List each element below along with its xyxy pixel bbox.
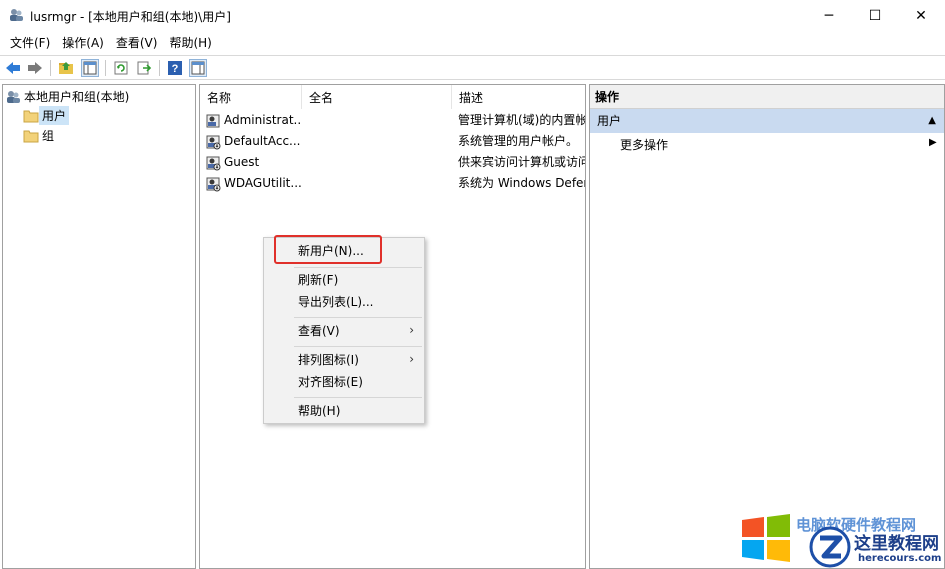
menu-action[interactable]: 操作(A) — [56, 33, 110, 53]
user-description: 系统为 Windows Defer — [458, 176, 586, 190]
windows-logo-icon — [740, 514, 792, 562]
column-header-description[interactable]: 描述 — [452, 85, 585, 109]
up-folder-icon[interactable] — [57, 59, 75, 77]
ctx-export-list[interactable]: 导出列表(L)... — [298, 292, 374, 312]
tree-root[interactable]: 本地用户和组(本地) — [5, 87, 132, 106]
tree-item-users[interactable]: 用户 — [23, 106, 70, 125]
more-actions-item[interactable]: 更多操作 — [620, 134, 668, 156]
menu-separator — [294, 397, 422, 398]
forward-arrow-icon[interactable] — [26, 59, 44, 77]
users-app-icon — [8, 7, 24, 23]
action-section-users[interactable]: 用户 ▲ — [590, 109, 944, 133]
user-name: DefaultAcc... — [224, 134, 301, 148]
user-description: 供来宾访问计算机或访问 — [458, 155, 586, 169]
user-icon — [205, 134, 221, 150]
column-header-name[interactable]: 名称 — [200, 85, 302, 109]
minimize-button[interactable]: ─ — [806, 0, 852, 32]
menu-bar: 文件(F) 操作(A) 查看(V) 帮助(H) — [0, 32, 945, 54]
watermark-url: herecours.com — [858, 553, 942, 564]
tree-item-groups[interactable]: 组 — [23, 126, 57, 145]
more-actions-label: 更多操作 — [620, 138, 669, 152]
window-title: lusrmgr - [本地用户和组(本地)\用户] — [30, 10, 231, 24]
watermark: 电脑软硬件教程网 这里教程网 herecours.com — [740, 512, 945, 569]
submenu-arrow-icon[interactable]: ▶ — [929, 137, 937, 148]
tree-item-groups-label: 组 — [42, 129, 55, 143]
menu-separator — [294, 317, 422, 318]
user-fullname — [307, 110, 452, 131]
user-fullname — [307, 131, 452, 152]
action-pane-header: 操作 — [590, 85, 944, 109]
table-row[interactable]: WDAGUtilit... 系统为 Windows Defer — [200, 173, 586, 194]
table-row[interactable]: Administrat... 管理计算机(域)的内置帐 — [200, 110, 586, 131]
user-icon — [205, 113, 221, 129]
user-description: 管理计算机(域)的内置帐 — [458, 113, 586, 127]
ctx-refresh[interactable]: 刷新(F) — [298, 270, 338, 290]
toolbar: ? — [0, 55, 945, 80]
users-group-icon — [5, 89, 21, 105]
menu-file[interactable]: 文件(F) — [4, 33, 56, 53]
folder-icon — [23, 128, 39, 144]
action-pane: 操作 用户 ▲ 更多操作 ▶ — [589, 84, 945, 569]
export-list-icon[interactable] — [135, 59, 153, 77]
table-row[interactable]: Guest 供来宾访问计算机或访问 — [200, 152, 586, 173]
ctx-arrange-icons[interactable]: 排列图标(I) — [298, 350, 359, 370]
user-name: Guest — [224, 155, 260, 169]
context-menu: 新用户(N)... 刷新(F) 导出列表(L)... 查看(V) › 排列图标(… — [263, 237, 425, 424]
console-tree: 本地用户和组(本地) 用户 组 — [2, 84, 196, 569]
column-header-fullname[interactable]: 全名 — [302, 85, 452, 109]
folder-icon — [23, 108, 39, 124]
z-logo-icon — [808, 526, 852, 568]
toolbar-separator — [50, 60, 51, 76]
tree-root-label: 本地用户和组(本地) — [24, 90, 130, 104]
menu-help[interactable]: 帮助(H) — [163, 33, 217, 53]
user-name: WDAGUtilit... — [224, 176, 302, 190]
ctx-line-up-icons[interactable]: 对齐图标(E) — [298, 372, 363, 392]
user-icon — [205, 155, 221, 171]
tree-item-users-label: 用户 — [39, 106, 70, 125]
menu-view[interactable]: 查看(V) — [110, 33, 164, 53]
action-section-label: 用户 — [597, 114, 622, 128]
show-tree-icon[interactable] — [81, 59, 99, 77]
table-row[interactable]: DefaultAcc... 系统管理的用户帐户。 — [200, 131, 585, 152]
collapse-triangle-icon[interactable]: ▲ — [928, 109, 936, 133]
show-action-pane-icon[interactable] — [189, 59, 207, 77]
svg-text:?: ? — [172, 63, 179, 75]
back-arrow-icon[interactable] — [4, 59, 22, 77]
toolbar-separator — [159, 60, 160, 76]
refresh-icon[interactable] — [112, 59, 130, 77]
watermark-brand: 这里教程网 — [854, 534, 939, 554]
toolbar-separator — [105, 60, 106, 76]
user-fullname — [307, 152, 452, 173]
user-icon — [205, 176, 221, 192]
user-description: 系统管理的用户帐户。 — [458, 134, 579, 148]
help-icon[interactable]: ? — [166, 59, 184, 77]
user-fullname — [307, 173, 452, 194]
ctx-help[interactable]: 帮助(H) — [298, 401, 340, 421]
maximize-button[interactable]: ☐ — [852, 0, 898, 32]
title-bar: lusrmgr - [本地用户和组(本地)\用户] ─ ☐ ✕ — [0, 0, 945, 32]
menu-separator — [294, 267, 422, 268]
menu-separator — [294, 346, 422, 347]
submenu-chevron-icon: › — [409, 323, 414, 337]
ctx-view[interactable]: 查看(V) — [298, 321, 340, 341]
submenu-chevron-icon: › — [409, 352, 414, 366]
close-button[interactable]: ✕ — [898, 0, 944, 32]
highlight-annotation — [274, 235, 382, 264]
user-name: Administrat... — [224, 113, 302, 127]
